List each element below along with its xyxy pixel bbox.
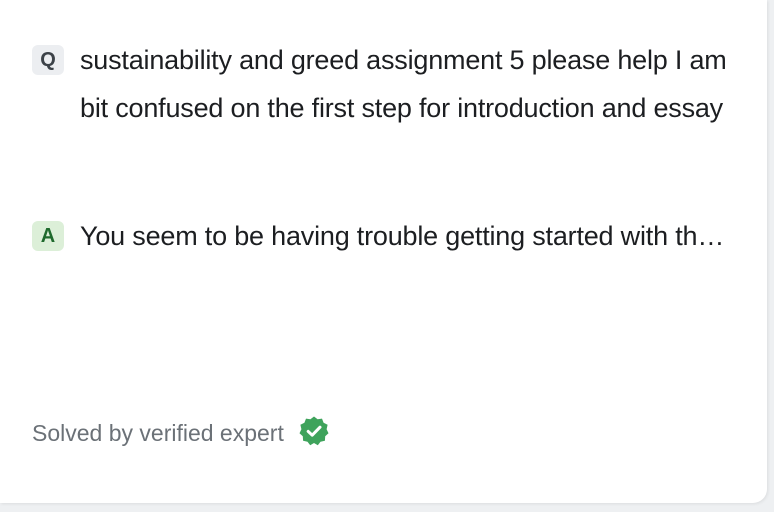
solved-footer: Solved by verified expert — [32, 416, 330, 447]
answer-row[interactable]: A You seem to be having trouble getting … — [32, 212, 739, 260]
answer-preview-text[interactable]: You seem to be having trouble getting st… — [80, 212, 739, 260]
question-text: sustainability and greed assignment 5 pl… — [80, 45, 727, 123]
question-badge: Q — [32, 45, 64, 75]
qa-card[interactable]: Q sustainability and greed assignment 5 … — [0, 0, 767, 503]
question-row: Q sustainability and greed assignment 5 … — [32, 36, 739, 132]
verified-check-icon — [298, 415, 330, 447]
solved-by-label: Solved by verified expert — [32, 420, 284, 446]
answer-badge: A — [32, 221, 64, 251]
